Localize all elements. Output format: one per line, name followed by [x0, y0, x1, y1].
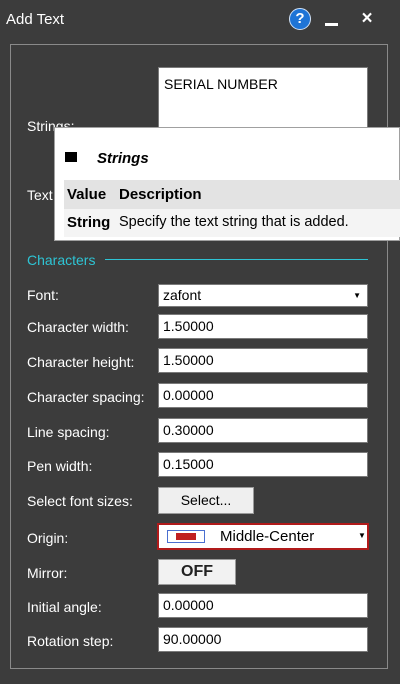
initial-angle-label: Initial angle:	[27, 599, 102, 615]
line-spacing-label: Line spacing:	[27, 424, 110, 440]
origin-value: Middle-Center	[220, 528, 315, 545]
character-spacing-input[interactable]: 0.00000	[158, 383, 368, 408]
rotation-step-label: Rotation step:	[27, 633, 114, 649]
character-width-input[interactable]: 1.50000	[158, 314, 368, 339]
title-bar: Add Text ? ×	[0, 0, 400, 40]
tooltip-row-description: Specify the text string that is added.	[119, 214, 349, 230]
origin-label: Origin:	[27, 530, 69, 546]
select-font-sizes-label: Select font sizes:	[27, 493, 133, 509]
font-value: zafont	[163, 287, 202, 303]
tooltip-table-row: String Specify the text string that is a…	[64, 209, 400, 237]
tooltip-row-value: String	[67, 214, 111, 231]
character-height-input[interactable]: 1.50000	[158, 348, 368, 373]
mirror-label: Mirror:	[27, 565, 68, 581]
font-label: Font:	[27, 287, 59, 303]
text-label: Text	[27, 187, 53, 203]
strings-tooltip: Strings Value Description String Specify…	[54, 127, 400, 241]
tooltip-icon	[65, 152, 80, 165]
tooltip-table-header: Value Description	[64, 180, 400, 209]
section-characters: Characters	[27, 252, 96, 268]
strings-input[interactable]: SERIAL NUMBER	[158, 67, 368, 129]
text-alignment-icon	[167, 530, 205, 543]
character-height-label: Character height:	[27, 354, 135, 370]
close-button[interactable]: ×	[357, 7, 377, 31]
character-spacing-label: Character spacing:	[27, 389, 145, 405]
tooltip-title: Strings	[97, 150, 149, 167]
rotation-step-input[interactable]: 90.00000	[158, 627, 368, 652]
section-divider	[105, 259, 368, 260]
pen-width-input[interactable]: 0.15000	[158, 452, 368, 477]
tooltip-header-description: Description	[119, 186, 202, 203]
origin-select[interactable]: Middle-Center ▼	[157, 523, 369, 550]
character-width-label: Character width:	[27, 319, 129, 335]
chevron-down-icon: ▼	[358, 531, 366, 540]
initial-angle-input[interactable]: 0.00000	[158, 593, 368, 618]
mirror-toggle[interactable]: OFF	[158, 559, 236, 585]
help-icon[interactable]: ?	[289, 8, 311, 30]
font-select[interactable]: zafont ▼	[158, 284, 368, 307]
select-font-sizes-button[interactable]: Select...	[158, 487, 254, 514]
line-spacing-input[interactable]: 0.30000	[158, 418, 368, 443]
window-title: Add Text	[6, 11, 65, 28]
chevron-down-icon: ▼	[353, 291, 361, 300]
pen-width-label: Pen width:	[27, 458, 93, 474]
tooltip-header-value: Value	[67, 186, 107, 203]
minimize-button[interactable]	[322, 12, 342, 30]
